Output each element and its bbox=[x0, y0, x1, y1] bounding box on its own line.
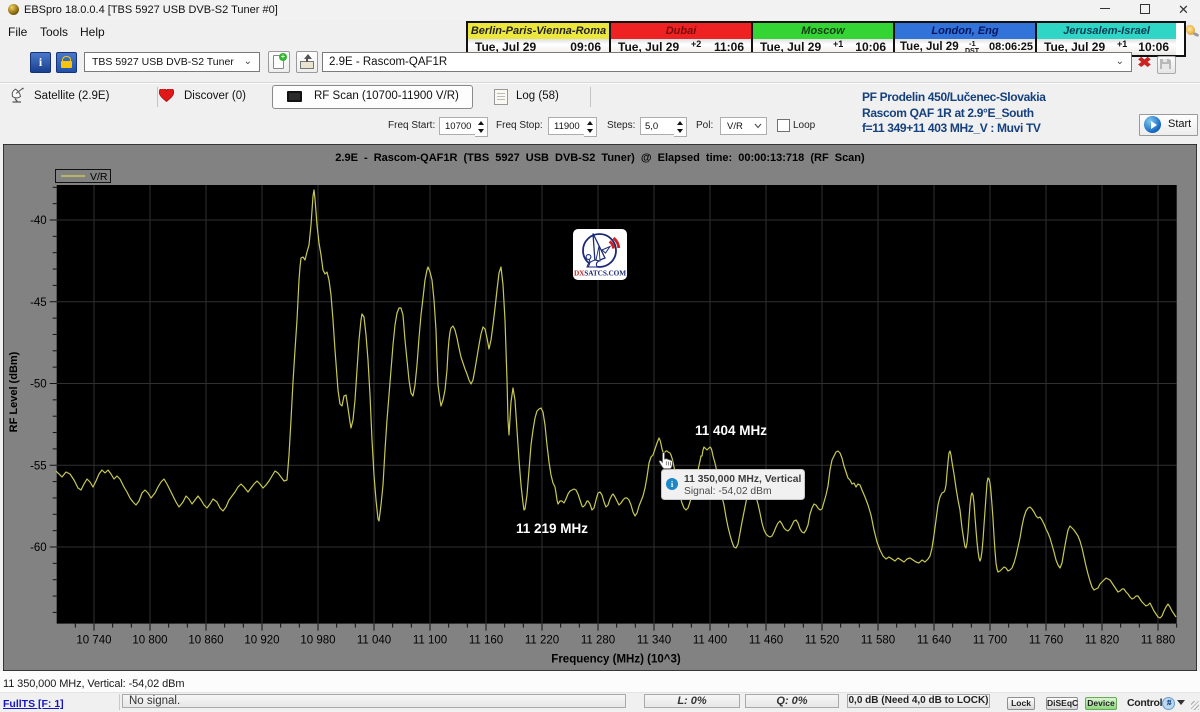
svg-text:11 820: 11 820 bbox=[1085, 635, 1119, 647]
svg-text:Frequency (MHz) (10^3): Frequency (MHz) (10^3) bbox=[551, 654, 681, 666]
svg-text:11 160: 11 160 bbox=[469, 635, 503, 647]
svg-text:11 340: 11 340 bbox=[637, 635, 671, 647]
svg-text:11 760: 11 760 bbox=[1029, 635, 1063, 647]
svg-text:11 460: 11 460 bbox=[749, 635, 783, 647]
svg-text:10 920: 10 920 bbox=[244, 635, 279, 647]
svg-text:10 740: 10 740 bbox=[76, 635, 111, 647]
svg-text:11 220: 11 220 bbox=[525, 635, 559, 647]
svg-text:-55: -55 bbox=[30, 460, 47, 472]
svg-text:11 350,000 MHz, Vertical: 11 350,000 MHz, Vertical bbox=[684, 474, 801, 485]
svg-text:11 580: 11 580 bbox=[861, 635, 895, 647]
svg-text:11 280: 11 280 bbox=[581, 635, 615, 647]
svg-text:10 980: 10 980 bbox=[300, 635, 335, 647]
svg-text:-60: -60 bbox=[30, 542, 47, 554]
svg-text:RF Level (dBm): RF Level (dBm) bbox=[8, 351, 20, 432]
svg-text:11 404 MHz: 11 404 MHz bbox=[695, 423, 767, 438]
svg-text:11 040: 11 040 bbox=[357, 635, 391, 647]
svg-text:11 100: 11 100 bbox=[413, 635, 447, 647]
svg-text:10 860: 10 860 bbox=[188, 635, 223, 647]
svg-text:11 640: 11 640 bbox=[917, 635, 951, 647]
svg-text:DXSATCS.COM: DXSATCS.COM bbox=[574, 269, 626, 278]
svg-text:11 520: 11 520 bbox=[805, 635, 839, 647]
svg-text:V/R: V/R bbox=[90, 171, 108, 183]
svg-text:2.9E - Rascom-QAF1R (TBS 5: 2.9E - Rascom-QAF1R (TBS 5927 USB DVB-S2… bbox=[335, 152, 865, 164]
svg-text:11 219 MHz: 11 219 MHz bbox=[516, 521, 588, 536]
svg-text:-45: -45 bbox=[30, 297, 47, 309]
svg-text:11 880: 11 880 bbox=[1141, 635, 1175, 647]
svg-text:-40: -40 bbox=[30, 215, 47, 227]
svg-text:11 700: 11 700 bbox=[973, 635, 1007, 647]
svg-text:10 800: 10 800 bbox=[132, 635, 167, 647]
svg-text:11 400: 11 400 bbox=[693, 635, 727, 647]
svg-text:-50: -50 bbox=[30, 379, 47, 391]
svg-text:Signal: -54,02 dBm: Signal: -54,02 dBm bbox=[684, 486, 772, 497]
